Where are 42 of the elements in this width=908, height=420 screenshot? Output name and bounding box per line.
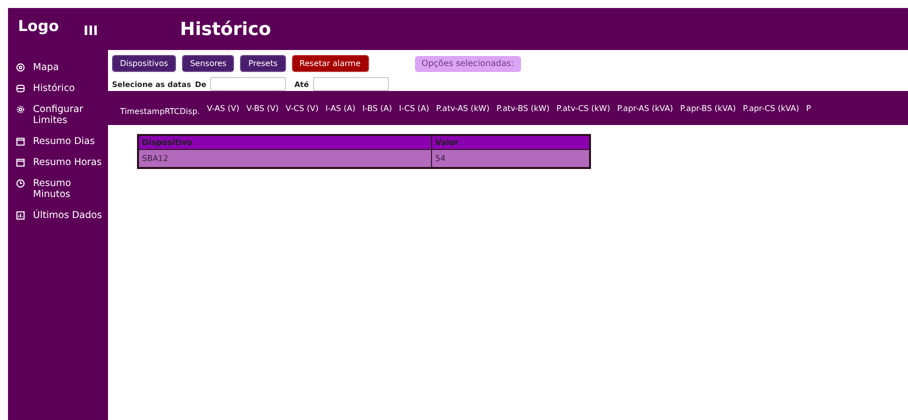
date-from-field[interactable] [210, 77, 286, 91]
clock-icon [16, 179, 25, 188]
column-option[interactable]: I-BS (A) [362, 104, 392, 112]
sidebar-item[interactable]: Resumo Horas [16, 157, 102, 168]
table-cell: SBA12 [138, 150, 432, 168]
sidebar-item[interactable]: Resumo Dias [16, 136, 102, 147]
table-header: Valor [432, 135, 590, 150]
sidebar-item[interactable]: Últimos Dados [16, 210, 102, 221]
calendar-icon [16, 158, 25, 167]
calendar-icon [16, 137, 25, 146]
column-option[interactable]: P.apr-BS (kVA) [680, 104, 736, 112]
database-icon [16, 84, 25, 93]
column-option[interactable]: P.apr-AS (kVA) [617, 104, 674, 112]
settings-icon [16, 105, 25, 114]
column-option[interactable]: P [806, 104, 811, 112]
column-option[interactable]: V-CS (V) [286, 104, 318, 112]
reset-alarm-button[interactable]: Resetar alarme [292, 55, 369, 72]
logo: Logo [18, 17, 59, 35]
selected-options-label: Opções selecionadas: [414, 56, 521, 72]
column-option[interactable]: P.atv-CS (kW) [556, 104, 610, 112]
location-icon [16, 63, 25, 72]
column-option[interactable]: P.atv-BS (kW) [496, 104, 550, 112]
filter-button[interactable]: Dispositivos [112, 55, 176, 72]
column-option[interactable]: I-AS (A) [325, 104, 356, 112]
sidebar-item[interactable]: Resumo Minutos [16, 178, 102, 200]
sidebar-item[interactable]: Histórico [16, 83, 102, 94]
column-option[interactable]: TimestampRTCDisp. [120, 106, 200, 116]
date-to-field[interactable] [312, 77, 389, 91]
menu-toggle[interactable]: III [83, 24, 98, 38]
sidebar-item[interactable]: Mapa [16, 62, 102, 73]
table-header: Dispositivo [138, 135, 432, 150]
column-option[interactable]: V-BS (V) [246, 104, 279, 112]
column-option[interactable]: I-CS (A) [399, 104, 430, 112]
table-cell: 54 [432, 150, 590, 168]
filter-button[interactable]: Sensores [182, 55, 234, 72]
page-title: Histórico [180, 18, 272, 40]
sidebar-item[interactable]: Configurar Limites [16, 104, 102, 126]
chart-icon [16, 211, 25, 220]
column-option[interactable]: V-AS (V) [206, 104, 240, 112]
column-option[interactable]: P.atv-AS (kW) [436, 104, 490, 112]
column-option[interactable]: P.apr-CS (kVA) [742, 104, 800, 112]
filter-button[interactable]: Presets [240, 55, 286, 72]
